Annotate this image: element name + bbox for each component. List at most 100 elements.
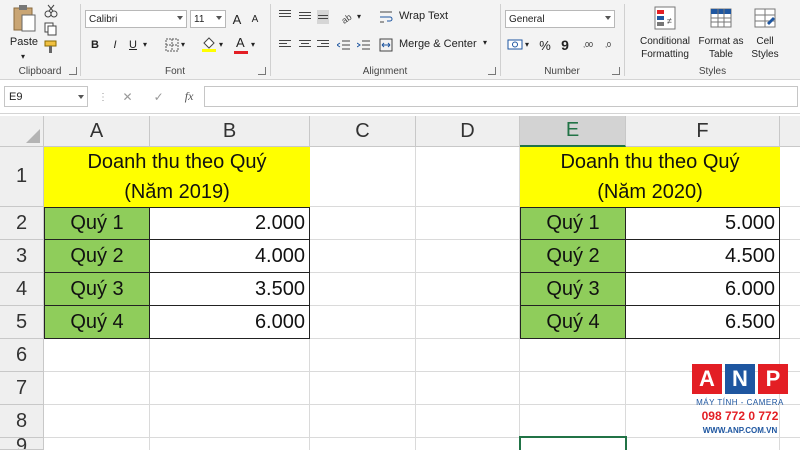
table-2019-label-cell[interactable]: Quý 2 [44, 239, 150, 273]
enter-icon[interactable]: ✓ [154, 90, 164, 104]
accounting-format-icon[interactable] [507, 38, 523, 52]
chevron-down-icon [177, 16, 183, 20]
percent-style-button[interactable]: % [537, 36, 553, 54]
table-2020-label-cell[interactable]: Quý 3 [520, 272, 626, 306]
column-header-e[interactable]: E [520, 116, 626, 147]
column-header-d[interactable]: D [416, 116, 520, 147]
row-header-5[interactable]: 5 [0, 306, 44, 339]
align-bottom-icon[interactable] [317, 10, 329, 24]
format-painter-icon[interactable] [44, 40, 58, 54]
table-2020-value-cell[interactable]: 6.500 [625, 305, 780, 339]
italic-button[interactable]: I [107, 36, 123, 54]
table-2019-title: Doanh thu theo Quý [87, 151, 267, 173]
wrap-text-icon [380, 11, 393, 23]
decrease-decimal-button[interactable]: ,0 [599, 38, 617, 52]
formula-bar: E9 ⋮ ✕ ✓ fx [0, 80, 800, 114]
row-header-8[interactable]: 8 [0, 405, 44, 438]
table-2020-label-cell[interactable]: Quý 2 [520, 239, 626, 273]
increase-indent-icon[interactable] [357, 39, 371, 51]
font-color-button[interactable]: A [233, 35, 249, 55]
select-all-corner[interactable] [0, 116, 44, 147]
grow-font-button[interactable]: A [229, 10, 245, 28]
table-2019-value-cell[interactable]: 6.000 [149, 305, 310, 339]
table-2020-value-cell[interactable]: 6.000 [625, 272, 780, 306]
merge-center-button[interactable]: Merge & Center ▾ [379, 36, 495, 54]
comma-style-button[interactable]: 9 [557, 36, 573, 54]
svg-text:ab: ab [340, 12, 354, 24]
alignment-launcher-icon[interactable] [488, 67, 496, 75]
increase-decimal-button[interactable]: ,00 [579, 38, 597, 52]
styles-group-label: Styles [698, 66, 727, 77]
drag-handle-icon[interactable]: ⋮ [98, 92, 108, 103]
row-header-1[interactable]: 1 [0, 147, 44, 207]
font-name-dropdown[interactable]: Calibri [85, 10, 187, 28]
cancel-icon[interactable]: ✕ [123, 90, 133, 104]
clipboard-launcher-icon[interactable] [69, 67, 77, 75]
row-header-2[interactable]: 2 [0, 207, 44, 240]
font-size-dropdown[interactable]: 11 [190, 10, 226, 28]
row-header-6[interactable]: 6 [0, 339, 44, 372]
table-2019-value-cell[interactable]: 4.000 [149, 239, 310, 273]
table-2019-value-cell[interactable]: 3.500 [149, 272, 310, 306]
fill-color-icon[interactable] [201, 36, 217, 52]
table-2020-title-cell[interactable]: Doanh thu theo Quý (Năm 2020) [520, 147, 780, 207]
table-2019-label-cell[interactable]: Quý 3 [44, 272, 150, 306]
align-left-icon[interactable] [279, 40, 291, 50]
active-cell-e9[interactable] [519, 436, 627, 450]
row-header-7[interactable]: 7 [0, 372, 44, 405]
borders-icon[interactable] [165, 38, 179, 52]
font-launcher-icon[interactable] [258, 67, 266, 75]
format-as-table-icon [710, 8, 732, 28]
table-2020-label-cell[interactable]: Quý 1 [520, 207, 626, 240]
copy-icon[interactable] [44, 22, 58, 36]
align-right-icon[interactable] [317, 40, 329, 50]
row-header-9[interactable]: 9 [0, 438, 44, 450]
align-top-icon[interactable] [279, 10, 291, 20]
row-header-4[interactable]: 4 [0, 273, 44, 306]
chevron-down-icon[interactable]: ▾ [525, 40, 529, 49]
row-9-label: 9 [15, 438, 28, 450]
insert-function-icon[interactable]: fx [185, 89, 194, 104]
table-2019-value-cell[interactable]: 2.000 [149, 207, 310, 240]
column-header-a[interactable]: A [44, 116, 150, 147]
cell-styles-button[interactable]: Cell Styles [745, 4, 785, 62]
format-as-table-label-2: Table [709, 49, 733, 60]
paste-button[interactable]: Paste ▾ [6, 4, 42, 62]
logo-letter-a: A [692, 364, 722, 394]
align-center-icon[interactable] [299, 40, 311, 50]
table-2019-label-cell[interactable]: Quý 4 [44, 305, 150, 339]
chevron-down-icon[interactable]: ▾ [181, 40, 185, 49]
cut-icon[interactable] [44, 4, 58, 18]
row-header-3[interactable]: 3 [0, 240, 44, 273]
table-2020-label-cell[interactable]: Quý 4 [520, 305, 626, 339]
decrease-indent-icon[interactable] [337, 39, 351, 51]
merge-center-icon [379, 38, 393, 52]
table-2020-value-cell[interactable]: 5.000 [625, 207, 780, 240]
wrap-text-button[interactable]: Wrap Text [379, 8, 479, 26]
align-middle-icon[interactable] [299, 12, 311, 22]
column-header-b[interactable]: B [150, 116, 310, 147]
logo-phone: 098 772 0 772 [701, 409, 779, 423]
number-format-dropdown[interactable]: General [505, 10, 615, 28]
chevron-down-icon[interactable]: ▾ [251, 40, 255, 49]
number-launcher-icon[interactable] [612, 67, 620, 75]
format-as-table-button[interactable]: Format as Table [697, 4, 745, 62]
anp-logo: A N P MÁY TÍNH - CAMERA 098 772 0 772 WW… [690, 364, 790, 446]
worksheet-grid[interactable]: A B C D E F 1 2 3 4 5 6 7 8 9 Doanh thu … [0, 116, 800, 450]
column-header-g[interactable] [780, 116, 800, 147]
chevron-down-icon[interactable]: ▾ [357, 12, 361, 21]
underline-button[interactable]: U [125, 36, 141, 54]
column-header-c[interactable]: C [310, 116, 416, 147]
table-2020-value-cell[interactable]: 4.500 [625, 239, 780, 273]
conditional-formatting-button[interactable]: ≠ Conditional Formatting [633, 4, 697, 62]
chevron-down-icon[interactable]: ▾ [219, 40, 223, 49]
orientation-icon[interactable]: ab [339, 8, 355, 24]
table-2019-label-cell[interactable]: Quý 1 [44, 207, 150, 240]
formula-input[interactable] [204, 86, 798, 107]
bold-button[interactable]: B [87, 36, 103, 54]
table-2019-title-cell[interactable]: Doanh thu theo Quý (Năm 2019) [44, 147, 310, 207]
shrink-font-button[interactable]: A [247, 10, 263, 28]
column-header-f[interactable]: F [626, 116, 780, 147]
chevron-down-icon[interactable]: ▾ [143, 40, 147, 49]
name-box[interactable]: E9 [4, 86, 88, 107]
